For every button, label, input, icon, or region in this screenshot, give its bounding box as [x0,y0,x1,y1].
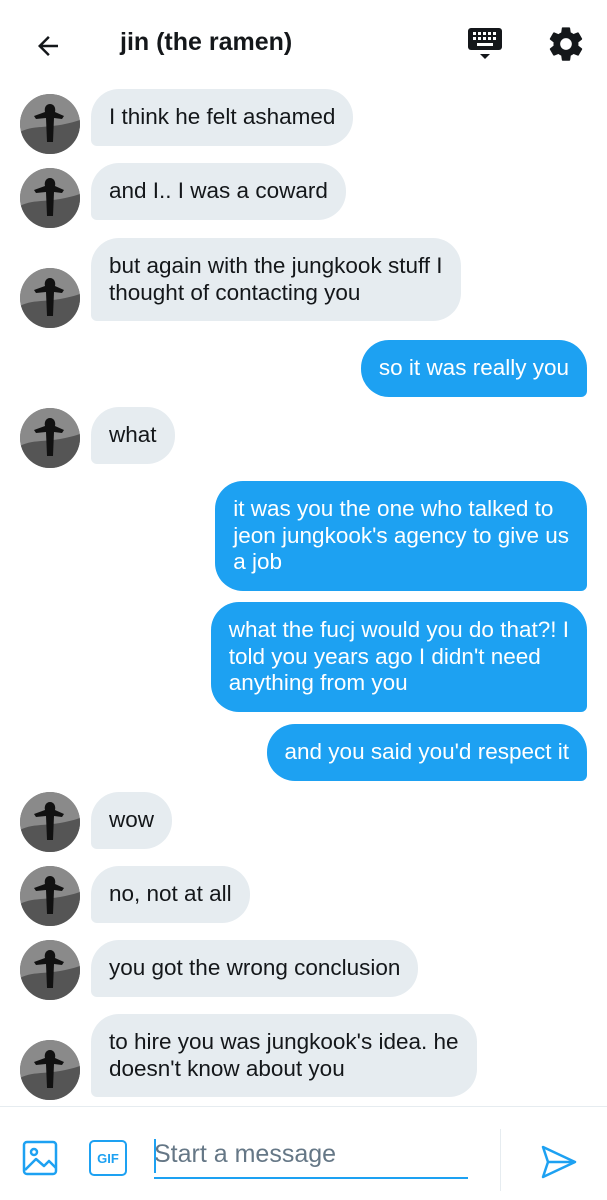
incoming-message[interactable]: wow [91,792,173,849]
send-icon [541,1145,577,1179]
avatar[interactable] [20,792,80,852]
settings-button[interactable] [546,24,586,64]
incoming-message[interactable]: and I.. I was a coward [91,163,346,220]
avatar-photo-icon [20,168,80,228]
incoming-message[interactable]: I think he felt ashamed [91,89,354,146]
avatar[interactable] [20,268,80,328]
message-input[interactable] [154,1135,468,1179]
keyboard-button[interactable] [466,24,506,64]
incoming-message[interactable]: you got the wrong conclusion [91,940,419,997]
incoming-message[interactable]: what [91,407,175,464]
image-icon [22,1140,58,1176]
avatar[interactable] [20,866,80,926]
back-arrow-icon [38,36,58,56]
avatar-photo-icon [20,940,80,1000]
conversation-header: jin (the ramen) [0,0,607,88]
add-photo-button[interactable] [22,1140,58,1176]
outgoing-message[interactable]: what the fucj would you do that?! I told… [210,602,587,712]
send-button[interactable] [540,1143,578,1181]
gif-icon: GIF [97,1150,119,1166]
avatar[interactable] [20,408,80,468]
outgoing-message[interactable]: and you said you'd respect it [266,724,587,781]
avatar-photo-icon [20,408,80,468]
avatar-photo-icon [20,866,80,926]
keyboard-icon [468,28,502,59]
message-list[interactable]: I think he felt ashamed and I.. I was a … [0,88,607,1106]
avatar[interactable] [20,94,80,154]
gear-icon [549,27,583,61]
avatar-photo-icon [20,94,80,154]
avatar-photo-icon [20,792,80,852]
outgoing-message[interactable]: it was you the one who talked to jeon ju… [215,481,587,591]
back-button[interactable] [28,26,68,66]
incoming-message[interactable]: no, not at all [91,866,250,923]
message-composer: GIF [0,1106,607,1200]
gif-button[interactable]: GIF [89,1140,127,1176]
composer-divider [500,1129,501,1191]
incoming-message[interactable]: but again with the jungkook stuff I thou… [91,238,461,321]
text-caret [154,1139,156,1173]
avatar[interactable] [20,168,80,228]
incoming-message[interactable]: to hire you was jungkook's idea. he does… [91,1014,477,1097]
avatar[interactable] [20,1040,80,1100]
avatar-photo-icon [20,268,80,328]
avatar-photo-icon [20,1040,80,1100]
conversation-title: jin (the ramen) [120,28,293,56]
avatar[interactable] [20,940,80,1000]
outgoing-message[interactable]: so it was really you [360,340,587,397]
